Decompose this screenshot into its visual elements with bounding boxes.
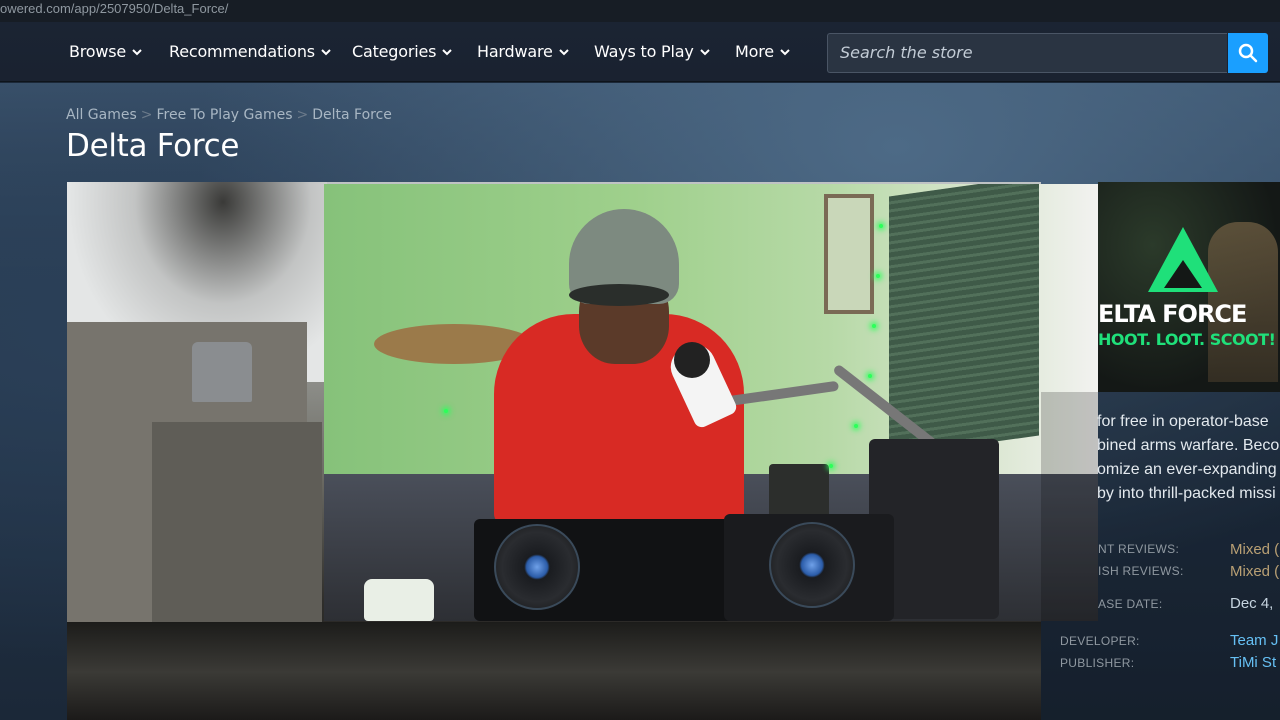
nav-hardware[interactable]: Hardware [477,42,569,61]
webcam-window [824,194,874,314]
webcam-dj-controller [724,514,894,621]
recent-reviews-value[interactable]: Mixed ( [1230,541,1280,558]
capsule-tagline: HOOT. LOOT. SCOOT! [1098,330,1276,349]
breadcrumb: All Games > Free To Play Games > Delta Force [66,107,392,123]
breadcrumb-free-to-play[interactable]: Free To Play Games [157,107,293,123]
breadcrumb-separator: > [296,107,309,123]
search-placeholder: Search the store [840,43,973,62]
webcam-overlay [324,184,1098,621]
webcam-jog-wheel [494,524,580,610]
capsule-title: ELTA FORCE [1098,300,1247,328]
game-header-capsule: ELTA FORCE HOOT. LOOT. SCOOT! [1098,182,1280,392]
delta-logo-inner [1164,260,1202,288]
webcam-led [444,409,448,413]
webcam-led [876,274,880,278]
nav-ways-to-play-label: Ways to Play [594,42,694,61]
webcam-led [829,464,833,468]
search-input[interactable]: Search the store [827,33,1227,73]
media-water-tower [192,342,252,402]
page-title: Delta Force [66,128,240,164]
nav-browse-label: Browse [69,42,127,61]
webcam-led [854,424,858,428]
webcam-cap-brim [569,284,669,306]
chevron-down-icon [321,48,331,55]
breadcrumb-all-games[interactable]: All Games [66,107,137,123]
developer-label: DEVELOPER: [1060,634,1140,648]
nav-categories[interactable]: Categories [352,42,452,61]
webcam-jog-wheel [769,522,855,608]
publisher-label: PUBLISHER: [1060,656,1135,670]
description-line: for free in operator-base [1097,413,1269,430]
media-foreground [67,622,1041,720]
chevron-down-icon [442,48,452,55]
nav-recommendations-label: Recommendations [169,42,315,61]
chevron-down-icon [699,48,710,55]
search-icon [1238,43,1258,63]
all-reviews-value[interactable]: Mixed ( [1230,563,1280,580]
description-line: by into thrill-packed missi [1097,485,1276,502]
chevron-down-icon [780,48,790,55]
chevron-down-icon [132,48,142,55]
webcam-led [872,324,876,328]
breadcrumb-separator: > [140,107,153,123]
webcam-mic-head [674,342,710,378]
nav-more[interactable]: More [735,42,790,61]
nav-more-label: More [735,42,774,61]
webcam-led-pad [769,464,829,519]
nav-recommendations[interactable]: Recommendations [169,42,331,61]
webcam-blind [889,184,1039,457]
description-line: omize an ever-expanding [1097,461,1277,478]
nav-categories-label: Categories [352,42,437,61]
description-line: bined arms warfare. Beco [1097,437,1280,454]
nav-ways-to-play[interactable]: Ways to Play [594,42,710,61]
webcam-led [879,224,883,228]
release-date-value: Dec 4, [1230,595,1274,612]
media-building [152,422,322,622]
nav-browse[interactable]: Browse [69,42,142,61]
publisher-link[interactable]: TiMi St [1230,654,1280,671]
webcam-cup [364,579,434,621]
nav-hardware-label: Hardware [477,42,553,61]
store-nav: Browse Recommendations Categories Hardwa… [0,22,1280,82]
developer-link[interactable]: Team J [1230,632,1280,649]
all-reviews-label: ISH REVIEWS: [1098,564,1184,578]
recent-reviews-label: NT REVIEWS: [1098,542,1180,556]
webcam-led [868,374,872,378]
url-bar: owered.com/app/2507950/Delta_Force/ [0,0,1280,22]
game-description: for free in operator-base bined arms war… [1097,410,1280,506]
chevron-down-icon [558,48,569,55]
breadcrumb-delta-force[interactable]: Delta Force [312,107,392,123]
search-button[interactable] [1228,33,1268,73]
url-text: owered.com/app/2507950/Delta_Force/ [0,1,229,16]
release-date-label: ASE DATE: [1098,597,1163,611]
